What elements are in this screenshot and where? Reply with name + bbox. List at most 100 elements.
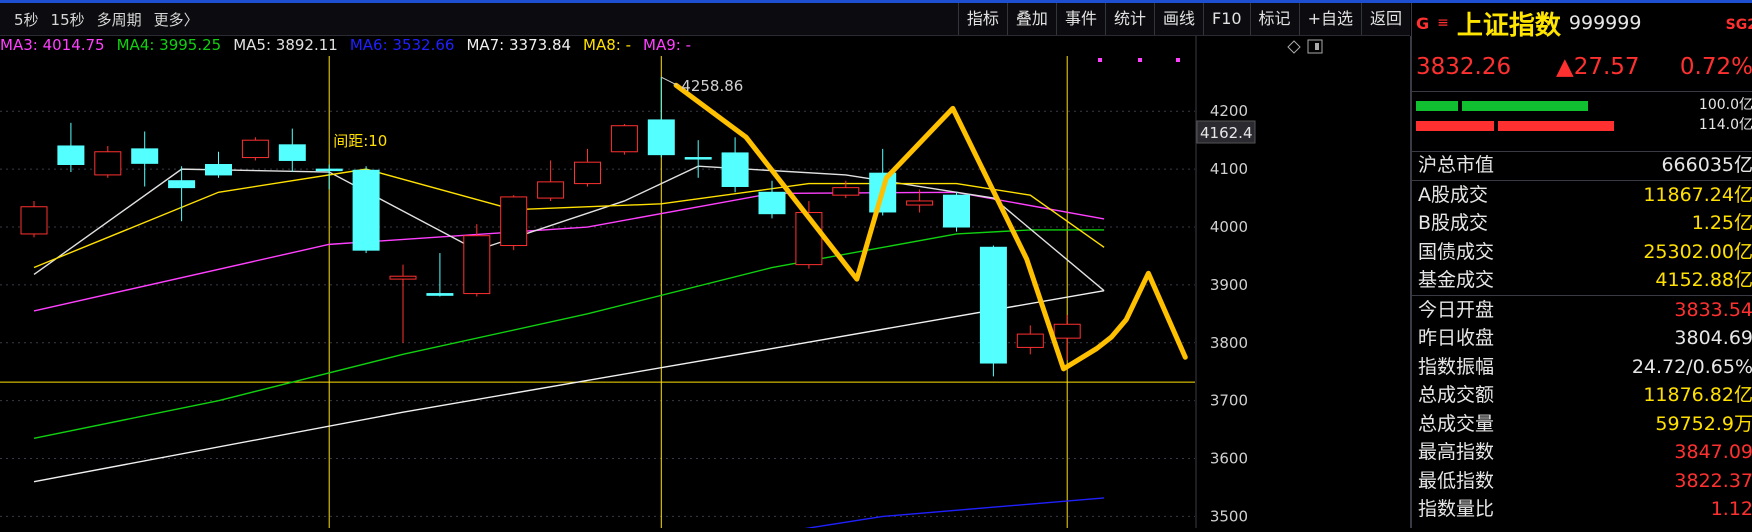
stat-row: 国债成交 25302.00亿: [1412, 238, 1752, 267]
stat-row: 最高指数 3847.09: [1412, 438, 1752, 467]
chart-toolbar: 5秒 15秒 多周期 更多〉 指标 叠加 事件 统计 画线 F10 标记 +自选 返回: [0, 3, 1410, 36]
toolbar-actions: 指标 叠加 事件 统计 画线 F10 标记 +自选 返回: [957, 3, 1410, 35]
interval-label: 间距:10: [333, 132, 387, 150]
sell-bar-2: [1498, 121, 1614, 131]
high-annotation-label: 4258.86: [681, 77, 743, 95]
stat-label: 国债成交: [1418, 240, 1495, 263]
candle-body: [906, 200, 934, 206]
period-option[interactable]: 5秒: [14, 9, 39, 30]
stat-row: 指数振幅 24.72/0.65%: [1412, 353, 1752, 382]
candle-body: [131, 148, 159, 164]
kline-chart-svg[interactable]: 4200 4100 4000 3900 3800 3700 3600 3500 4258.86 间…: [0, 36, 1410, 532]
candle-body: [832, 187, 860, 196]
index-percent: 0.72%: [1679, 54, 1752, 80]
stat-value: 4152.88亿: [1655, 269, 1752, 291]
stat-label: 今日开盘: [1418, 298, 1495, 321]
stat-row: 沪总市值 666035亿: [1412, 151, 1752, 181]
candle-body: [500, 196, 528, 247]
kline-chart[interactable]: 4200 4100 4000 3900 3800 3700 3600 3500 4258.86 间…: [0, 36, 1410, 532]
ma-legend-item: MA8: -: [583, 36, 632, 54]
toolbar-button[interactable]: 返回: [1360, 3, 1410, 35]
panel-toggle-icon-fill: [1315, 43, 1319, 50]
ma-legend-item: MA7: 3373.84: [466, 36, 572, 54]
menu-icon[interactable]: ≡: [1437, 15, 1449, 31]
candle-body: [352, 169, 380, 251]
candle-body: [20, 206, 48, 235]
buy-bar-1: [1416, 101, 1458, 111]
candle-body: [426, 293, 454, 296]
high-annotation-arrow: [661, 76, 678, 86]
ma-legend: MA3: 4014.75 MA4: 3995.25 MA5: 3892.11 MA6:…: [0, 36, 691, 58]
y-tick-label: 4200: [1210, 102, 1248, 120]
stat-value: 3847.09: [1674, 441, 1752, 463]
index-stats: 沪总市值 666035亿 A股成交 11867.24亿 B股成交 1.25亿 国债成交 253…: [1412, 151, 1752, 524]
stat-value: 11876.82亿: [1643, 384, 1752, 406]
ma-legend-item: MA6: 3532.66: [349, 36, 455, 54]
event-dot: [1098, 58, 1102, 62]
stat-value: 11867.24亿: [1643, 183, 1752, 206]
stat-value: 24.72/0.65%: [1631, 355, 1752, 378]
event-dot: [1176, 58, 1180, 62]
index-name: 上证指数: [1456, 10, 1561, 41]
g-icon[interactable]: G: [1416, 14, 1429, 33]
stat-label: 昨日收盘: [1418, 327, 1495, 349]
index-code: 999999: [1568, 12, 1642, 34]
ma-line: [33, 229, 1105, 439]
toolbar-button[interactable]: 标记: [1249, 3, 1299, 35]
index-change: ▲27.57: [1556, 54, 1640, 80]
toolbar-button[interactable]: 指标: [957, 3, 1007, 35]
toolbar-button[interactable]: 统计: [1104, 3, 1154, 35]
stat-row: 总成交额 11876.82亿: [1412, 381, 1752, 410]
stat-row: 今日开盘 3833.54: [1412, 296, 1752, 325]
stat-value: 59752.9万: [1655, 412, 1752, 435]
diamond-icon: [1287, 40, 1301, 54]
y-tick-label: 4100: [1210, 160, 1248, 178]
toolbar-button[interactable]: 事件: [1055, 3, 1105, 35]
ma-line: [33, 289, 1105, 483]
stat-value: 3822.37: [1674, 469, 1752, 492]
period-option[interactable]: 多周期: [97, 9, 142, 30]
stat-row: 总成交量 59752.9万: [1412, 410, 1752, 439]
stat-row: B股成交 1.25亿: [1412, 209, 1752, 238]
ma-legend-item: MA5: 3892.11: [233, 36, 338, 54]
toolbar-button[interactable]: +自选: [1298, 3, 1361, 35]
stat-row: 基金成交 4152.88亿: [1412, 266, 1752, 296]
stat-value: 3804.69: [1674, 327, 1752, 349]
candle-body: [1016, 333, 1044, 348]
stat-value: 666035亿: [1661, 154, 1752, 176]
candle-body: [610, 125, 638, 153]
stat-value: 3833.54: [1674, 298, 1752, 321]
candle-body: [943, 194, 970, 228]
index-header: G ≡ 上证指数 999999 SG2: [1412, 3, 1752, 43]
stat-label: 最低指数: [1418, 469, 1495, 492]
candle-body: [979, 246, 1007, 364]
toolbar-button[interactable]: 画线: [1153, 3, 1203, 35]
toolbar-button[interactable]: 叠加: [1006, 3, 1056, 35]
toolbar-button[interactable]: F10: [1202, 3, 1250, 35]
price-marker-label: 4162.4: [1200, 124, 1253, 142]
event-dot: [1138, 58, 1142, 62]
candle-body: [758, 191, 786, 215]
stat-row: 最低指数 3822.37: [1412, 467, 1752, 496]
stat-label: 总成交量: [1418, 412, 1495, 435]
sell-bar-value: 114.0亿: [1698, 117, 1752, 133]
candle-body: [389, 275, 417, 280]
ma-legend-item: MA4: 3995.25: [116, 36, 222, 54]
y-tick-label: 3500: [1210, 507, 1248, 525]
ma-line: [778, 497, 1105, 532]
candle-body: [205, 163, 232, 176]
candle-body: [721, 152, 749, 187]
period-option[interactable]: 15秒: [51, 9, 85, 30]
candle-body: [684, 157, 712, 160]
candle-body: [168, 180, 196, 189]
candle-body: [574, 161, 601, 185]
candle-body: [278, 144, 306, 161]
period-option[interactable]: 更多〉: [154, 9, 199, 30]
stat-value: 1.25亿: [1691, 212, 1752, 234]
period-selector: 5秒 15秒 多周期 更多〉: [0, 3, 199, 35]
stat-label: 沪总市值: [1418, 154, 1495, 176]
stat-label: B股成交: [1418, 212, 1489, 234]
buy-bar-2: [1462, 101, 1588, 111]
y-tick-label: 3900: [1210, 276, 1248, 294]
stat-row: 昨日收盘 3804.69: [1412, 324, 1752, 353]
